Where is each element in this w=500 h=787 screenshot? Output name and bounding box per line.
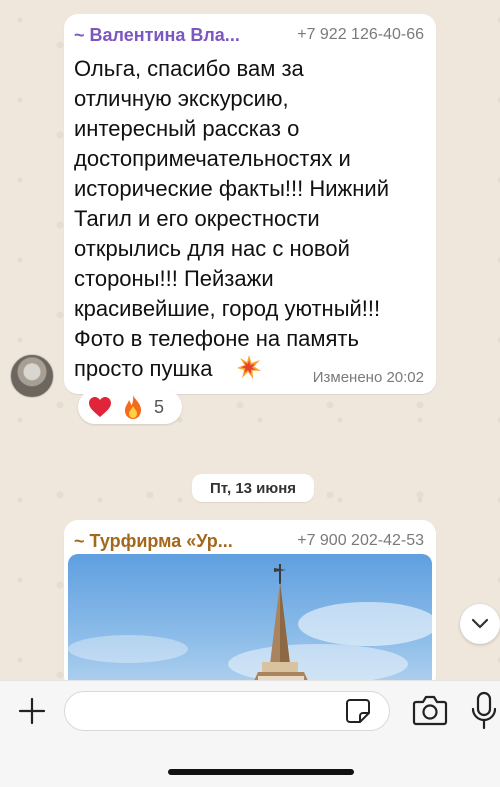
microphone-icon[interactable] <box>470 691 498 731</box>
chevron-down-icon <box>471 618 489 629</box>
sender-phone: +7 900 202-42-53 <box>297 532 424 549</box>
message-header: ~ Турфирма «Ур... +7 900 202-42-53 <box>74 530 424 552</box>
fire-icon <box>125 395 141 419</box>
photo-content <box>68 564 432 694</box>
input-bar <box>0 680 500 787</box>
message-photo[interactable] <box>68 554 432 694</box>
sender-name[interactable]: ~ Валентина Вла... <box>74 25 240 46</box>
sticker-icon[interactable] <box>344 697 372 725</box>
avatar[interactable] <box>10 354 54 398</box>
sender-phone: +7 922 126-40-66 <box>297 26 424 43</box>
plus-icon[interactable] <box>16 695 48 727</box>
home-indicator <box>168 769 354 775</box>
date-separator: Пт, 13 июня <box>192 474 314 502</box>
collision-emoji-icon <box>237 355 261 379</box>
message-bubble[interactable]: ~ Турфирма «Ур... +7 900 202-42-53 <box>64 520 436 694</box>
message-bubble[interactable]: ~ Валентина Вла... +7 922 126-40-66 Ольг… <box>64 14 436 394</box>
message-text: Ольга, спасибо вам за отличную экскурсию… <box>74 56 390 381</box>
message-input[interactable] <box>64 691 390 731</box>
sender-name[interactable]: ~ Турфирма «Ур... <box>74 531 233 552</box>
reactions-bar[interactable]: 5 <box>78 390 182 424</box>
camera-icon[interactable] <box>412 693 448 727</box>
reaction-count: 5 <box>154 396 165 417</box>
scroll-down-button[interactable] <box>460 604 500 644</box>
message-timestamp: Изменено 20:02 <box>312 369 424 386</box>
message-header: ~ Валентина Вла... +7 922 126-40-66 <box>74 24 424 46</box>
heart-icon <box>89 397 111 417</box>
